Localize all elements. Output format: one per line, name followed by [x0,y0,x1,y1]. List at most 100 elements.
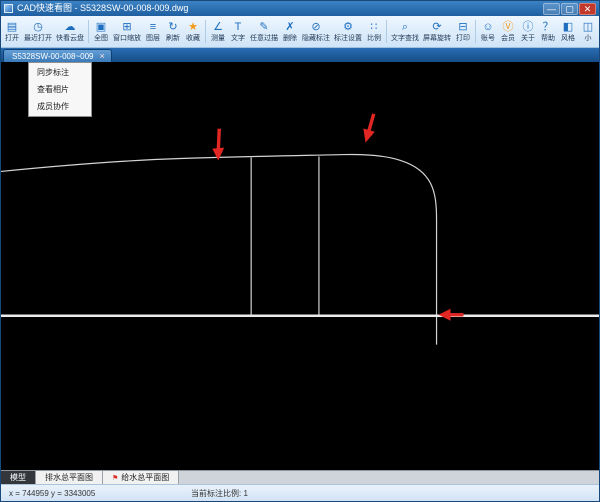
status-bar: x = 744959 y = 3343005 当前标注比例: 1 [1,484,599,501]
toolbar-button-scale[interactable]: ∷ 比例 [364,16,384,47]
main-toolbar: ▤ 打开 ◷ 最近打开 ☁ 快看云盘 ▣ 全图 ⊞ 窗口缩放 ≡ 图层 ↻ 刷新 ★ 收藏 ∠ 测… [1,16,599,48]
toolbar-button-style[interactable]: ◧ 风格 [558,16,578,47]
user-icon: ☺ [482,20,494,33]
toolbar-button-window-zoom[interactable]: ⊞ 窗口缩放 [111,16,143,47]
theme-icon: ◧ [562,20,574,33]
fit-view-icon: ▣ [95,20,107,33]
text-search-icon: ⌕ [401,20,409,33]
toolbar-label: 收藏 [186,34,200,42]
hide-annotation-icon: ⊘ [311,20,321,33]
red-arrow-annotation-1[interactable] [212,128,225,161]
cursor-coordinates: x = 744959 y = 3343005 [9,488,96,498]
window-title: CAD快速看图 - S5328SW-00-008-009.dwg [17,3,189,13]
eraser-icon: ✗ [285,20,295,33]
drawing-tab-bar: S5328SW-00-008~009 × [1,48,599,62]
toolbar-button-recent[interactable]: ◷ 最近打开 [22,16,54,47]
toolbar-label: 风格 [561,34,575,42]
maximize-button[interactable]: ▢ [561,2,578,15]
toolbar-button-fullview[interactable]: ▣ 全图 [91,16,111,47]
toolbar-label: 打开 [5,34,19,42]
toolbar-button-print[interactable]: ⊟ 打印 [453,16,473,47]
close-button[interactable]: ✕ [579,2,596,15]
drawing-tab-label: S5328SW-00-008~009 [12,51,94,61]
sheet-tab-label: 模型 [10,473,26,482]
context-menu-item-collaboration[interactable]: 成员协作 [30,98,90,115]
layers-icon: ≡ [149,20,157,33]
ratio-icon: ∷ [370,20,378,33]
toolbar-button-rotate-screen[interactable]: ⟳ 屏幕旋转 [421,16,453,47]
pencil-icon: ✎ [259,20,269,33]
toolbar-label: 窗口缩放 [113,34,141,42]
clock-history-icon: ◷ [33,20,43,33]
sheet-tab-water-supply-plan[interactable]: ⚑ 给水总平面图 [103,471,180,484]
info-icon: ⓘ [522,20,534,33]
vip-icon: Ⓥ [502,20,514,33]
toolbar-label: 账号 [481,34,495,42]
red-arrow-annotation-3[interactable] [438,308,464,321]
toolbar-button-help[interactable]: ？帮助 [538,16,558,47]
folder-open-icon: ▤ [6,20,18,33]
star-icon: ★ [188,20,198,33]
toolbar-button-cloud[interactable]: ☁ 快看云盘 [54,16,86,47]
toolbar-button-annotation-settings[interactable]: ⚙ 标注设置 [332,16,364,47]
toolbar-label: 小 [584,34,592,42]
toolbar-button-account[interactable]: ☺ 账号 [478,16,498,47]
toolbar-button-layers[interactable]: ≡ 图层 [143,16,163,47]
toolbar-label: 删除 [283,34,297,42]
toolbar-label: 隐藏标注 [302,34,330,42]
printer-icon: ⊟ [458,20,468,33]
toolbar-button-mini[interactable]: ◫ 小 [578,16,598,47]
toolbar-label: 屏幕旋转 [423,34,451,42]
toolbar-label: 快看云盘 [56,34,84,42]
sheet-tab-label: 给水总平面图 [121,473,170,482]
mini-tool-icon: ◫ [582,20,594,33]
title-bar: CAD快速看图 - S5328SW-00-008-009.dwg — ▢ ✕ [1,1,599,16]
toolbar-separator [386,20,387,43]
sheet-tab-model[interactable]: 模型 [1,471,36,484]
cloud-icon: ☁ [64,20,76,33]
toolbar-button-open[interactable]: ▤ 打开 [2,16,22,47]
context-menu-item-sync-annotations[interactable]: 同步标注 [30,64,90,81]
toolbar-button-text[interactable]: T 文字 [228,16,248,47]
toolbar-button-vip[interactable]: Ⓥ 会员 [498,16,518,47]
angle-measure-icon: ∠ [213,20,223,33]
toolbar-separator [475,20,476,43]
cad-canvas[interactable]: 同步标注 查看相片 成员协作 [1,62,599,470]
toolbar-label: 比例 [367,34,381,42]
toolbar-label: 会员 [501,34,515,42]
context-menu: 同步标注 查看相片 成员协作 [28,62,92,117]
annotation-marker-icon: ⚑ [112,474,119,482]
toolbar-label: 测量 [211,34,225,42]
toolbar-button-about[interactable]: ⓘ 关于 [518,16,538,47]
toolbar-button-hide-annotations[interactable]: ⊘ 隐藏标注 [300,16,332,47]
toolbar-separator [88,20,89,43]
toolbar-label: 全图 [94,34,108,42]
cad-drawing [1,112,599,345]
sheet-tab-label: 排水总平面图 [45,473,93,482]
toolbar-button-delete[interactable]: ✗ 删除 [280,16,300,47]
context-menu-item-view-photos[interactable]: 查看相片 [30,81,90,98]
sheet-tab-drainage-plan[interactable]: 排水总平面图 [36,471,103,484]
toolbar-button-freehand[interactable]: ✎ 任意过描 [248,16,280,47]
drawing-tab[interactable]: S5328SW-00-008~009 × [3,49,112,62]
refresh-icon: ↻ [168,20,178,33]
toolbar-button-favorite[interactable]: ★ 收藏 [183,16,203,47]
toolbar-label: 文字 [231,34,245,42]
toolbar-button-refresh[interactable]: ↻ 刷新 [163,16,183,47]
toolbar-label: 任意过描 [250,34,278,42]
toolbar-label: 帮助 [541,34,555,42]
annotation-scale-label: 当前标注比例: 1 [191,488,248,498]
toolbar-label: 关于 [521,34,535,42]
toolbar-label: 标注设置 [334,34,362,42]
tab-close-icon[interactable]: × [99,51,104,61]
text-icon: T [234,20,242,33]
window-zoom-icon: ⊞ [122,20,132,33]
toolbar-button-measure[interactable]: ∠ 测量 [208,16,228,47]
toolbar-label: 图层 [146,34,160,42]
sheet-tab-bar: 模型 排水总平面图 ⚑ 给水总平面图 [1,470,599,484]
toolbar-label: 最近打开 [24,34,52,42]
toolbar-button-text-search[interactable]: ⌕ 文字查找 [389,16,421,47]
red-arrow-annotation-2[interactable] [360,112,380,144]
minimize-button[interactable]: — [543,2,560,15]
question-icon: ？ [542,20,554,33]
